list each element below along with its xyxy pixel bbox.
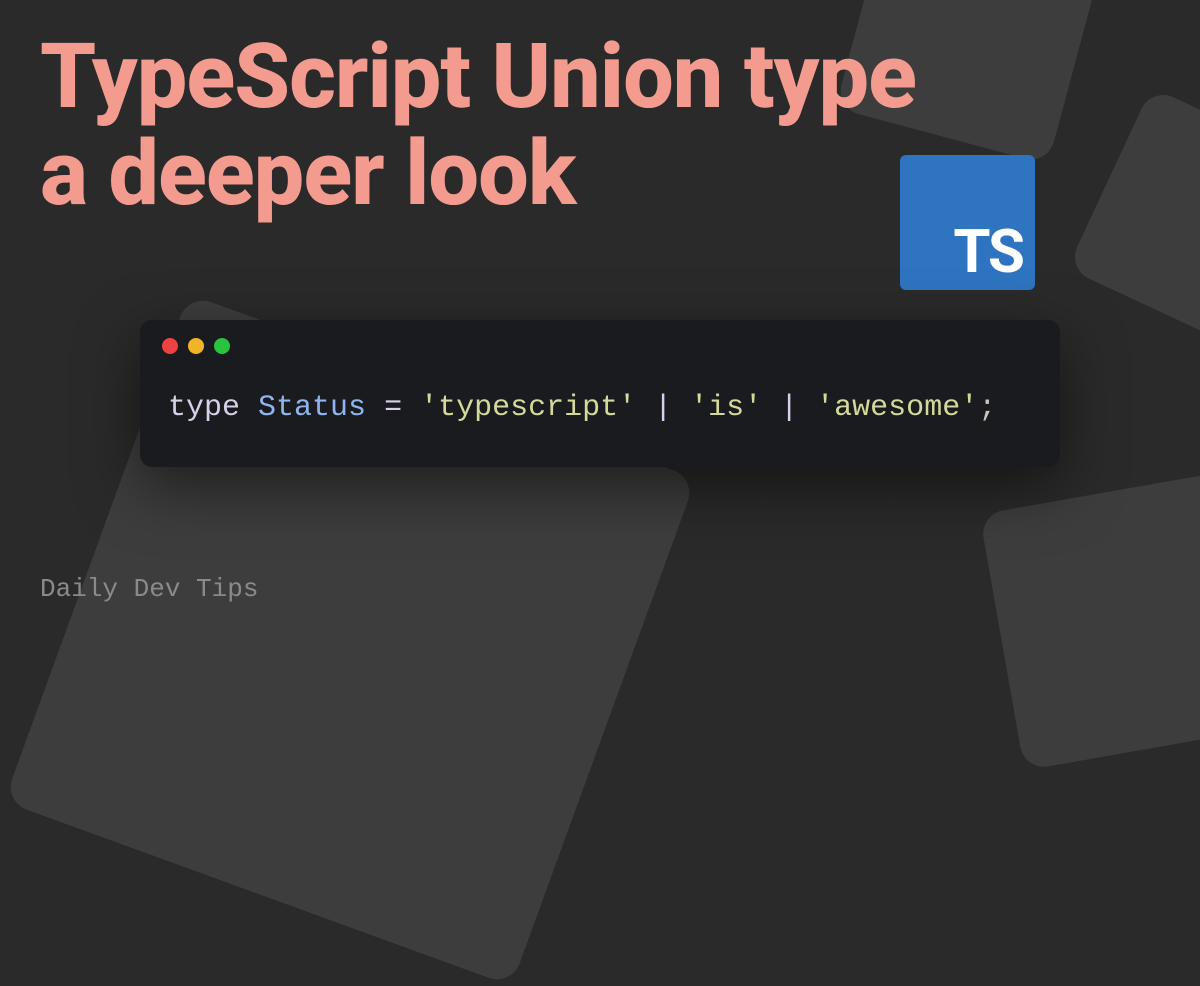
token-string: 'is' (690, 391, 762, 425)
token-type-name: Status (258, 391, 366, 425)
token-string: 'awesome' (816, 391, 978, 425)
token-equals: = (366, 391, 420, 425)
maximize-icon (214, 338, 230, 354)
close-icon (162, 338, 178, 354)
token-keyword: type (168, 391, 240, 425)
token-semicolon: ; (978, 391, 996, 425)
window-controls (140, 320, 1060, 366)
code-window: type Status = 'typescript' | 'is' | 'awe… (140, 320, 1060, 467)
content-container: TypeScript Union type a deeper look TS t… (0, 0, 1200, 630)
footer-text: Daily Dev Tips (40, 574, 258, 604)
code-content: type Status = 'typescript' | 'is' | 'awe… (140, 366, 1060, 467)
token-pipe: | (636, 391, 690, 425)
typescript-logo-icon: TS (900, 155, 1035, 290)
typescript-logo-text: TS (953, 222, 1023, 282)
minimize-icon (188, 338, 204, 354)
token-string: 'typescript' (420, 391, 636, 425)
page-title: TypeScript Union type a deeper look (40, 28, 940, 222)
token-pipe: | (762, 391, 816, 425)
